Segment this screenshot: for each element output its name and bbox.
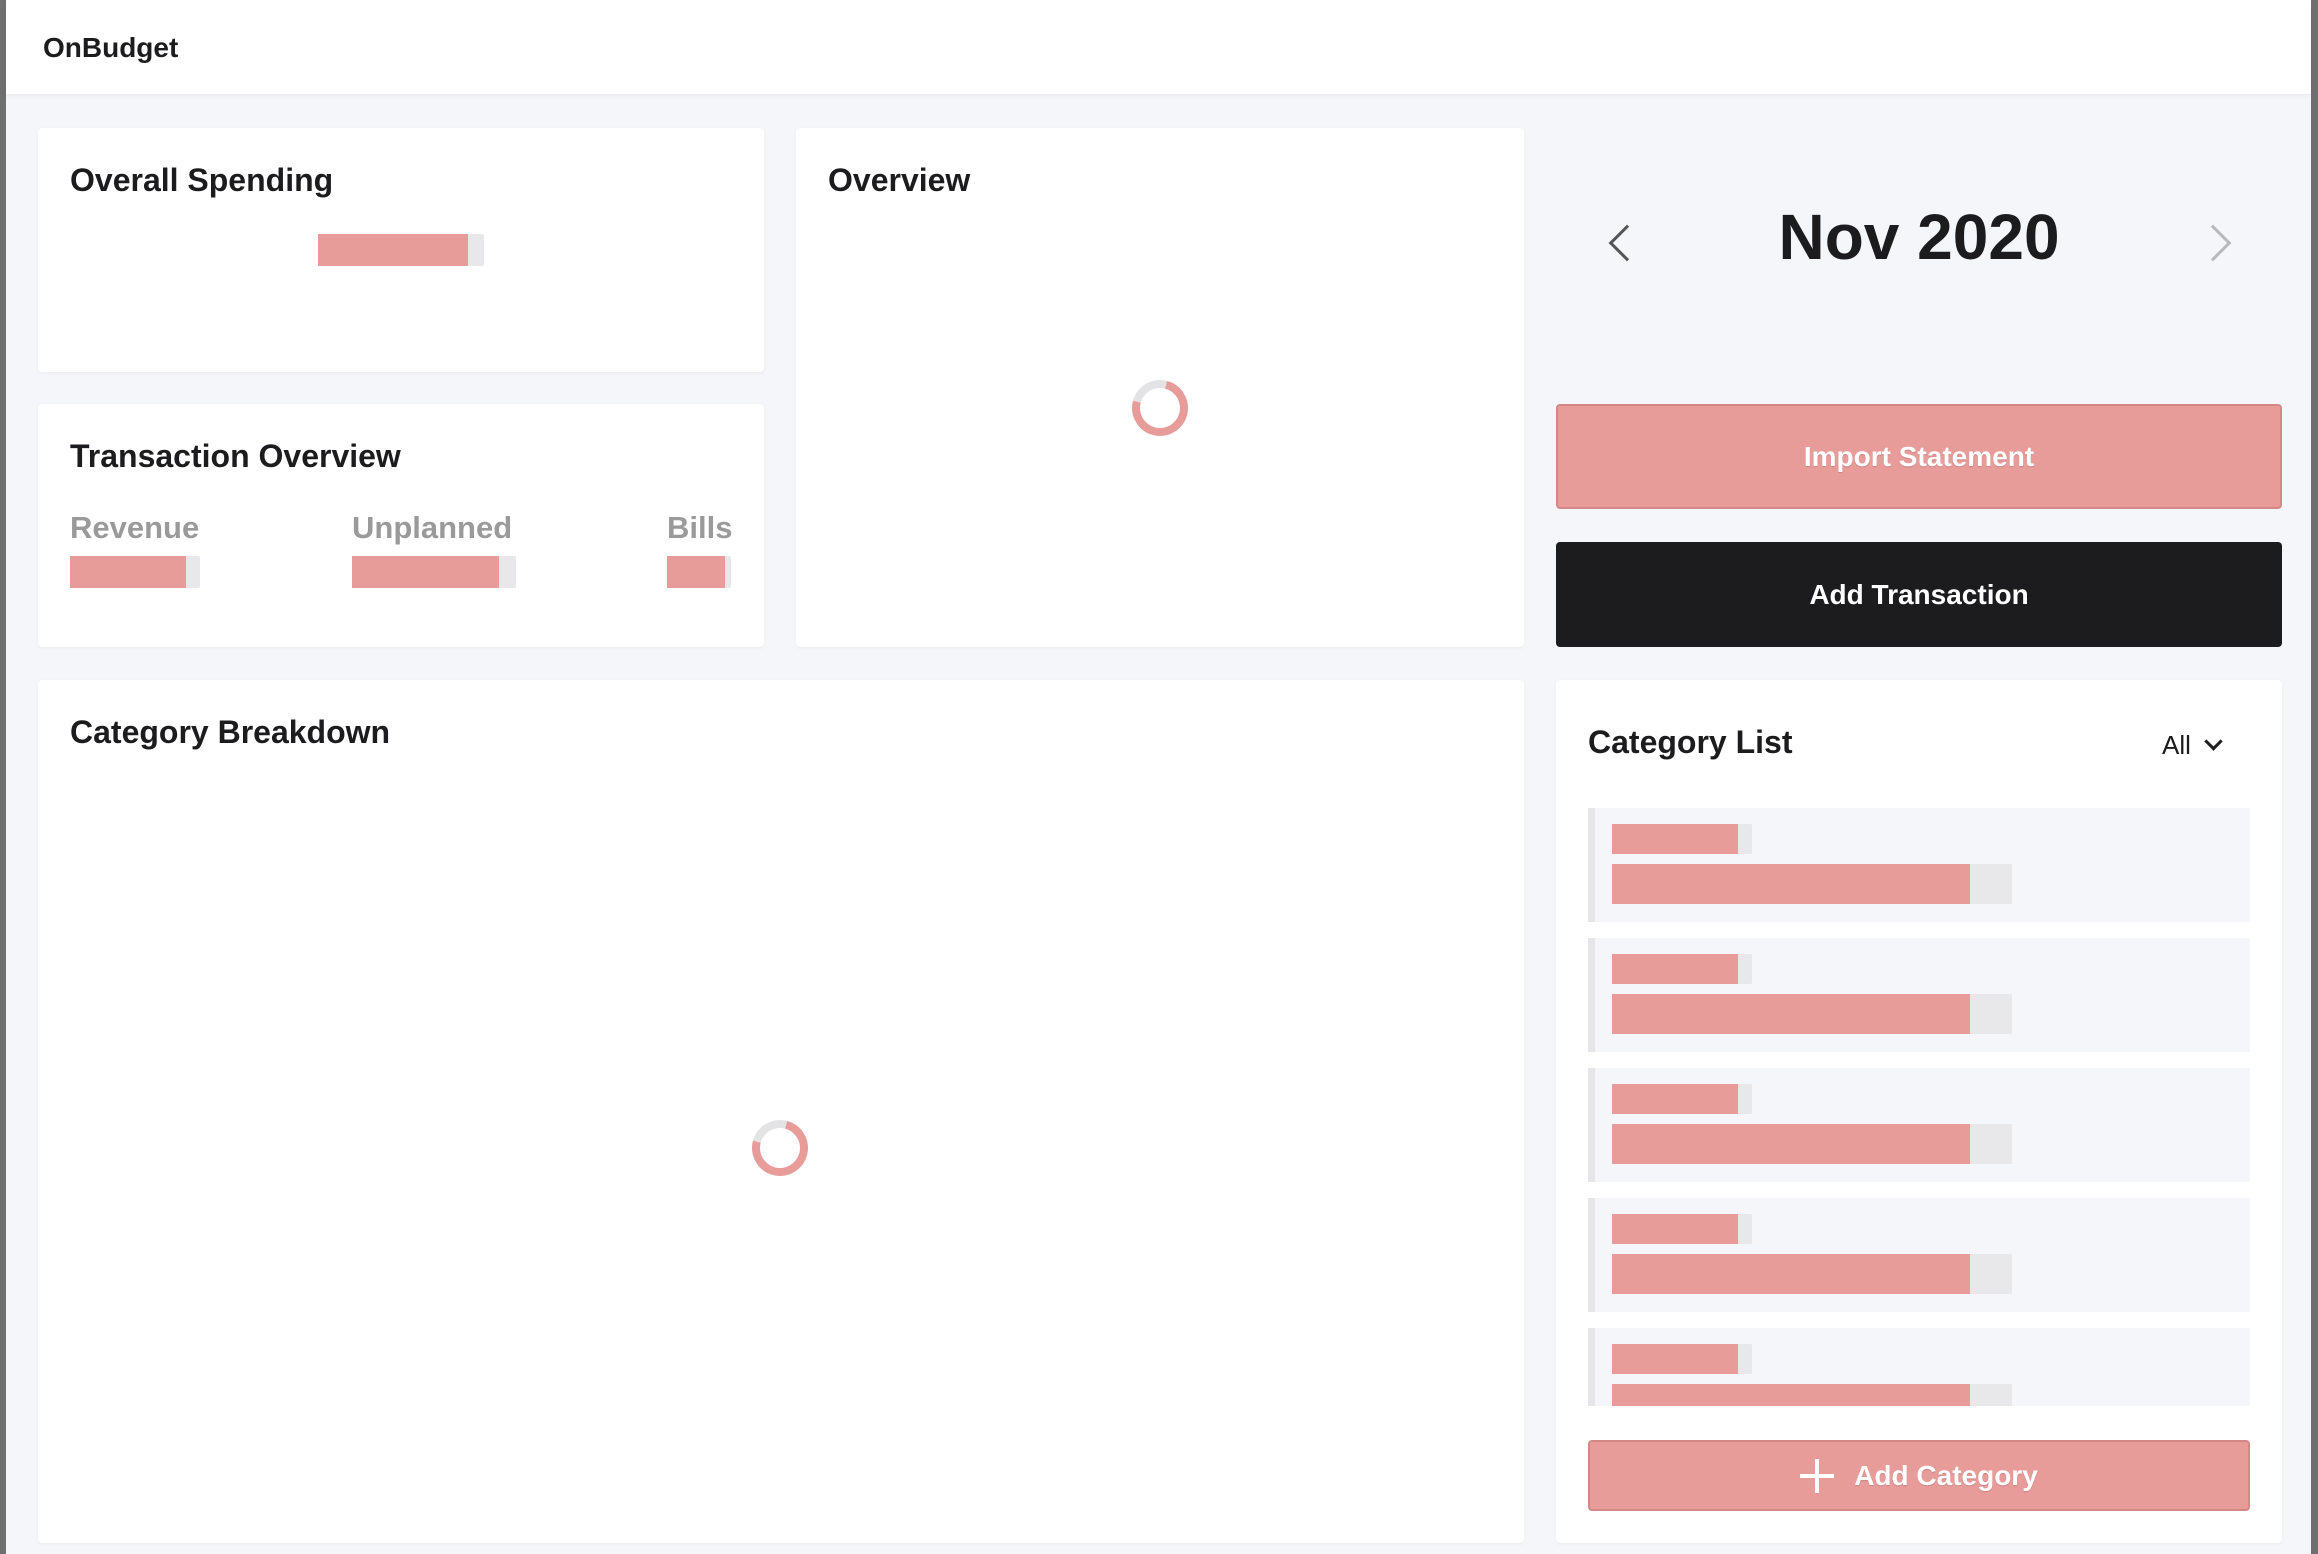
- overview-title: Overview: [828, 162, 971, 198]
- overview-card: Overview: [796, 128, 1524, 647]
- category-list-item[interactable]: [1588, 808, 2250, 922]
- app-brand[interactable]: OnBudget: [43, 32, 178, 64]
- window-right-edge: [2311, 0, 2318, 1554]
- overall-spending-card: Overall Spending: [38, 128, 764, 372]
- bills-label: Bills: [667, 510, 733, 545]
- category-breakdown-card: Category Breakdown: [38, 680, 1524, 1543]
- category-filter-label: All: [2162, 730, 2191, 760]
- revenue-skeleton: [70, 556, 200, 588]
- transaction-overview-title: Transaction Overview: [70, 438, 401, 474]
- overall-spending-title: Overall Spending: [70, 162, 334, 198]
- add-transaction-button[interactable]: Add Transaction: [1556, 542, 2282, 647]
- category-list-item[interactable]: [1588, 1198, 2250, 1312]
- overall-spending-skeleton: [318, 234, 484, 266]
- add-category-label: Add Category: [1854, 1459, 2038, 1491]
- import-statement-button[interactable]: Import Statement: [1556, 404, 2282, 509]
- category-list-item[interactable]: [1588, 938, 2250, 1052]
- category-breakdown-title: Category Breakdown: [70, 714, 391, 750]
- category-list-item[interactable]: [1588, 1328, 2250, 1406]
- category-list-title: Category List: [1588, 724, 1793, 760]
- add-category-button[interactable]: Add Category: [1588, 1440, 2250, 1511]
- transaction-overview-card: Transaction Overview Revenue Unplanned B…: [38, 404, 764, 647]
- unplanned-label: Unplanned: [352, 510, 513, 545]
- current-month: Nov 2020: [1778, 201, 2060, 273]
- chevron-down-icon: [2204, 732, 2223, 751]
- loading-spinner-icon: [1121, 369, 1199, 447]
- plus-icon: [1800, 1458, 1835, 1493]
- loading-spinner-icon: [741, 1109, 819, 1187]
- revenue-label: Revenue: [70, 510, 200, 545]
- window-left-edge: [0, 0, 6, 1554]
- category-list-item[interactable]: [1588, 1068, 2250, 1182]
- unplanned-skeleton: [352, 556, 516, 588]
- bills-skeleton: [667, 556, 731, 588]
- top-bar: OnBudget: [6, 0, 2311, 95]
- category-filter-dropdown[interactable]: All: [2162, 730, 2223, 761]
